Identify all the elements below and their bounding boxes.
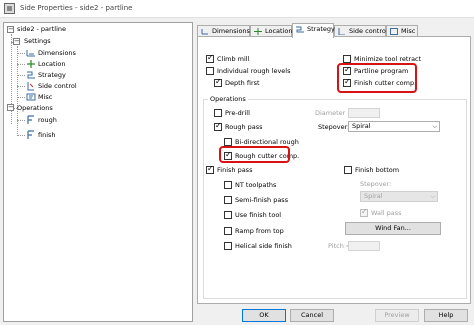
tree-settings-label[interactable]: Settings: [24, 36, 51, 46]
use-finish-tool-checkbox[interactable]: Use finish tool: [224, 210, 281, 220]
tab-bar: Dimensions Location Strategy Side contro…: [197, 23, 471, 38]
tree-item-misc[interactable]: Misc: [38, 92, 52, 102]
stepover-select[interactable]: Spiral ⌵: [348, 121, 440, 132]
stepover-label-2: Stepover:: [360, 180, 392, 188]
tab-side-control-label: Side control: [349, 27, 388, 35]
finish-pass-checkbox[interactable]: Finish pass: [206, 164, 252, 175]
pitch-input[interactable]: [348, 241, 380, 251]
rough-op-icon: [27, 115, 34, 124]
dimensions-icon: [26, 50, 35, 57]
side-control-icon: [338, 28, 345, 35]
tab-strategy-label: Strategy: [307, 25, 335, 33]
diameter-input[interactable]: [348, 108, 380, 118]
misc-icon: [390, 28, 398, 35]
tree-item-location[interactable]: Location: [38, 59, 66, 69]
finish-bottom-checkbox[interactable]: Finish bottom: [344, 165, 399, 175]
ok-button[interactable]: OK: [242, 309, 286, 322]
app-icon: [4, 3, 15, 14]
stepover-select-2[interactable]: Spiral ⌵: [360, 191, 438, 202]
settings-tree[interactable]: − side2 - partline − Settings Dimensions…: [3, 22, 193, 322]
location-icon: [27, 60, 35, 68]
finish-op-icon: [27, 130, 34, 139]
cancel-button[interactable]: Cancel: [290, 309, 334, 322]
pre-drill-checkbox[interactable]: Pre-drill: [214, 108, 250, 118]
tab-strategy[interactable]: Strategy: [292, 23, 335, 38]
nt-toolpaths-checkbox[interactable]: NT toolpaths: [224, 180, 276, 190]
operations-expander[interactable]: −: [7, 104, 14, 111]
helical-side-finish-checkbox[interactable]: Helical side finish: [224, 241, 292, 251]
tree-item-finish[interactable]: finish: [38, 130, 56, 140]
tree-item-strategy[interactable]: Strategy: [38, 70, 66, 80]
preview-button[interactable]: Preview: [375, 309, 419, 322]
strategy-icon: [27, 71, 35, 79]
rough-pass-checkbox[interactable]: Rough pass: [214, 121, 263, 132]
individual-rough-levels-checkbox[interactable]: Individual rough levels: [206, 66, 291, 76]
tree-item-dimensions[interactable]: Dimensions: [38, 48, 76, 58]
misc-icon: [26, 93, 36, 101]
strategy-icon: [296, 26, 304, 33]
window-title: Side Properties - side2 - partline: [20, 4, 133, 12]
highlight-annotation: [337, 63, 417, 93]
settings-expander[interactable]: −: [13, 38, 20, 45]
wind-fan-button[interactable]: Wind Fan...: [345, 222, 441, 235]
ramp-from-top-checkbox[interactable]: Ramp from top: [224, 226, 284, 236]
stepover-label: Stepover:: [318, 123, 350, 131]
climb-mill-checkbox[interactable]: Climb mill: [206, 53, 249, 64]
depth-first-checkbox[interactable]: Depth first: [214, 77, 260, 88]
tree-operations-label[interactable]: Operations: [17, 103, 53, 113]
chevron-down-icon: ⌵: [432, 123, 437, 130]
tree-item-rough[interactable]: rough: [38, 115, 57, 125]
root-expander[interactable]: −: [7, 26, 14, 33]
side-control-icon: [27, 82, 34, 91]
highlight-annotation-rough: [219, 146, 290, 163]
tab-location-label: Location: [265, 27, 293, 35]
help-button[interactable]: Help: [424, 309, 468, 322]
semi-finish-pass-checkbox[interactable]: Semi-finish pass: [224, 195, 288, 205]
wall-pass-checkbox[interactable]: Wall pass: [360, 207, 402, 218]
chevron-down-icon: ⌵: [430, 193, 435, 200]
operations-group-label: Operations: [208, 95, 248, 103]
location-icon: [254, 28, 262, 35]
tree-item-side-control[interactable]: Side control: [38, 81, 77, 91]
title-bar: Side Properties - side2 - partline: [0, 0, 474, 18]
tab-misc-label: Misc: [401, 27, 416, 35]
tab-dimensions-label: Dimensions: [212, 27, 250, 35]
tree-root-label[interactable]: side2 - partline: [17, 24, 66, 34]
dimensions-icon: [201, 29, 208, 35]
